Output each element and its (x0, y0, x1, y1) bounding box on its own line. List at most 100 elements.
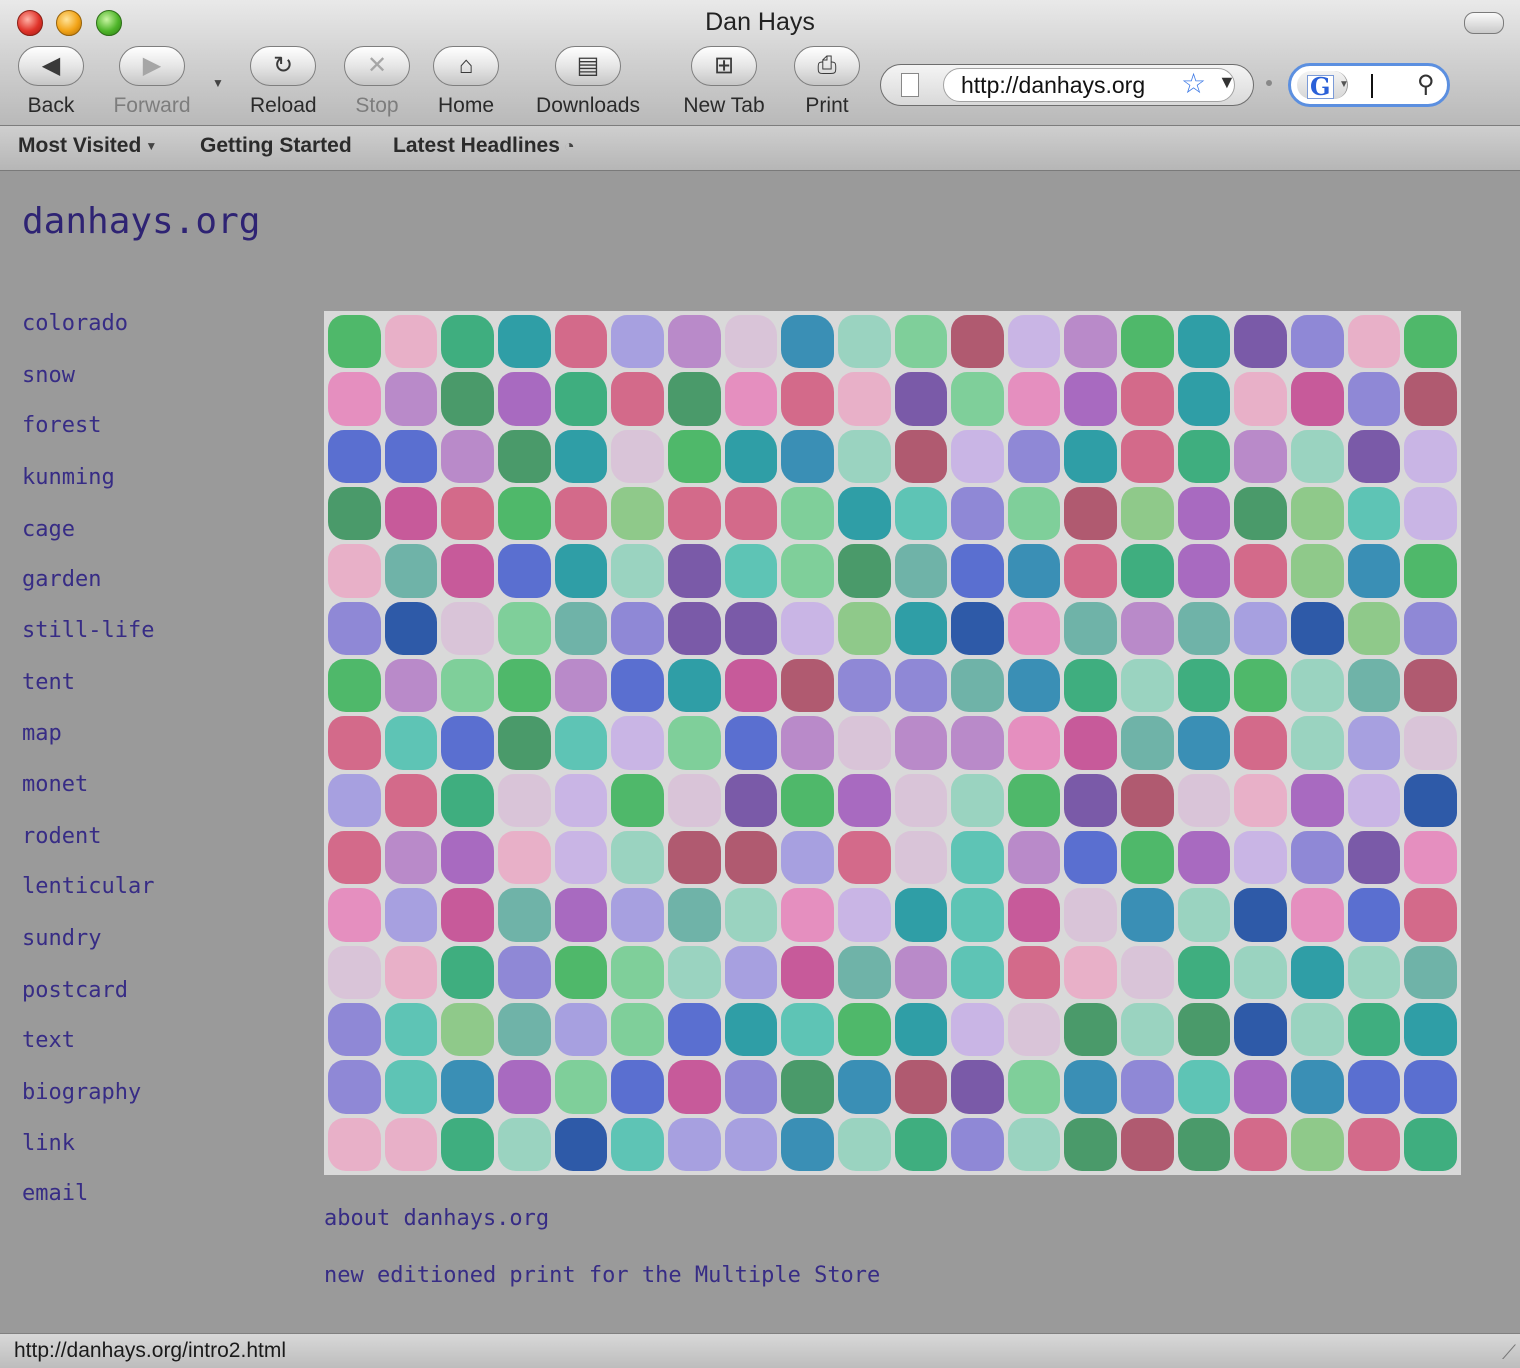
paint-daub (441, 1117, 494, 1171)
nav-link-link[interactable]: link (22, 1131, 75, 1156)
paint-daub (1064, 888, 1118, 942)
nav-link-biography[interactable]: biography (22, 1080, 141, 1105)
address-url[interactable]: http://danhays.org (961, 72, 1145, 99)
paint-daub (781, 372, 834, 426)
nav-link-sundry[interactable]: sundry (22, 926, 101, 951)
paint-daub (384, 315, 438, 369)
paint-daub (1404, 544, 1457, 598)
new-tab-button[interactable]: ⊞ New Tab (680, 46, 768, 118)
downloads-button[interactable]: ▤ Downloads (533, 46, 643, 118)
nav-link-snow[interactable]: snow (22, 363, 75, 388)
search-input[interactable] (1371, 74, 1373, 98)
paint-daub (837, 1117, 891, 1171)
paint-daub (724, 830, 778, 885)
paint-daub (837, 601, 891, 655)
stop-button[interactable]: ✕ Stop (344, 46, 410, 118)
paint-daub (951, 888, 1004, 942)
paint-daub (781, 658, 834, 713)
nav-link-postcard[interactable]: postcard (22, 978, 128, 1003)
toolbar-toggle-button[interactable] (1464, 12, 1504, 34)
paint-daub (1234, 486, 1288, 541)
paint-daub (1121, 315, 1174, 369)
nav-link-forest[interactable]: forest (22, 413, 101, 438)
reload-icon: ↻ (272, 52, 294, 79)
paint-daub (1347, 888, 1401, 942)
paint-daub (1007, 1117, 1061, 1171)
paint-daub (951, 716, 1004, 770)
nav-link-tent[interactable]: tent (22, 670, 75, 695)
paint-daub (1404, 1060, 1457, 1114)
back-icon: ◀ (41, 52, 61, 79)
nav-link-lenticular[interactable]: lenticular (22, 874, 154, 899)
painting-image[interactable] (324, 311, 1461, 1175)
nav-link-text[interactable]: text (22, 1028, 75, 1053)
status-text: http://danhays.org/intro2.html (14, 1339, 286, 1362)
paint-daub (1121, 945, 1174, 999)
paint-daub (1404, 601, 1457, 655)
paint-daub (724, 1117, 778, 1171)
engine-dropdown-icon: ▼ (1339, 79, 1349, 90)
paint-daub (667, 486, 721, 541)
paint-daub (1404, 888, 1457, 942)
paint-daub (497, 601, 551, 655)
paint-daub (724, 1002, 778, 1057)
paint-daub (667, 372, 721, 426)
bookmark-most-visited[interactable]: Most Visited ▼ (18, 134, 157, 158)
reload-button[interactable]: ↻ Reload (250, 46, 317, 118)
nav-link-map[interactable]: map (22, 721, 62, 746)
nav-link-kunming[interactable]: kunming (22, 465, 115, 490)
paint-daub (554, 315, 608, 369)
nav-link-colorado[interactable]: colorado (22, 311, 128, 336)
paint-daub (1404, 1117, 1457, 1171)
paint-daub (1291, 945, 1344, 999)
paint-daub (951, 830, 1004, 885)
nav-link-email[interactable]: email (22, 1181, 88, 1206)
print-button[interactable]: ⎙ Print (794, 46, 860, 118)
stop-icon: ✕ (366, 52, 388, 79)
paint-daub (1064, 830, 1118, 885)
search-engine-selector[interactable]: G ▼ (1297, 71, 1349, 99)
nav-link-monet[interactable]: monet (22, 772, 88, 797)
paint-daub (441, 486, 494, 541)
search-box[interactable]: G ▼ ⚲ (1288, 63, 1450, 107)
nav-link-cage[interactable]: cage (22, 517, 75, 542)
bookmark-star-icon[interactable]: ☆ (1181, 67, 1206, 100)
paint-daub (441, 888, 494, 942)
paint-daub (894, 716, 948, 770)
paint-daub (441, 372, 494, 426)
paint-daub (781, 1117, 834, 1171)
paint-daub (384, 716, 438, 770)
paint-daub (951, 372, 1004, 426)
paint-daub (1064, 945, 1118, 999)
address-bar[interactable]: http://danhays.org ☆ ▼ (880, 64, 1254, 106)
bookmark-latest-headlines[interactable]: Latest Headlines ◔ (393, 134, 575, 158)
paint-daub (611, 830, 664, 885)
multiple-store-print-link[interactable]: new editioned print for the Multiple Sto… (324, 1263, 880, 1288)
paint-daub (611, 429, 664, 483)
paint-daub (1347, 544, 1401, 598)
back-button[interactable]: ◀ Back (18, 46, 84, 118)
printer-icon: ⎙ (817, 52, 837, 79)
nav-link-garden[interactable]: garden (22, 567, 101, 592)
address-dropdown-icon[interactable]: ▼ (1218, 72, 1236, 93)
history-dropdown-icon[interactable]: ▼ (212, 76, 224, 90)
forward-icon: ▶ (142, 52, 162, 79)
bookmark-getting-started[interactable]: Getting Started (200, 134, 352, 158)
nav-link-rodent[interactable]: rodent (22, 824, 101, 849)
page-icon[interactable] (901, 73, 919, 97)
nav-link-still-life[interactable]: still-life (22, 618, 154, 643)
toolbar-resize-handle[interactable] (1266, 80, 1272, 86)
paint-daub (894, 773, 948, 827)
about-link[interactable]: about danhays.org (324, 1206, 549, 1231)
downloads-icon: ▤ (576, 52, 600, 79)
paint-daub (611, 1117, 664, 1171)
resize-grip-icon[interactable]: ⟋ (1502, 1342, 1516, 1365)
paint-daub (328, 429, 381, 483)
search-icon[interactable]: ⚲ (1417, 70, 1435, 99)
paint-daub (328, 658, 381, 713)
paint-daub (328, 830, 381, 885)
home-button[interactable]: ⌂ Home (433, 46, 499, 118)
paint-daub (1404, 830, 1457, 885)
new-tab-label: New Tab (683, 94, 765, 117)
forward-button[interactable]: ▶ Forward (112, 46, 192, 118)
